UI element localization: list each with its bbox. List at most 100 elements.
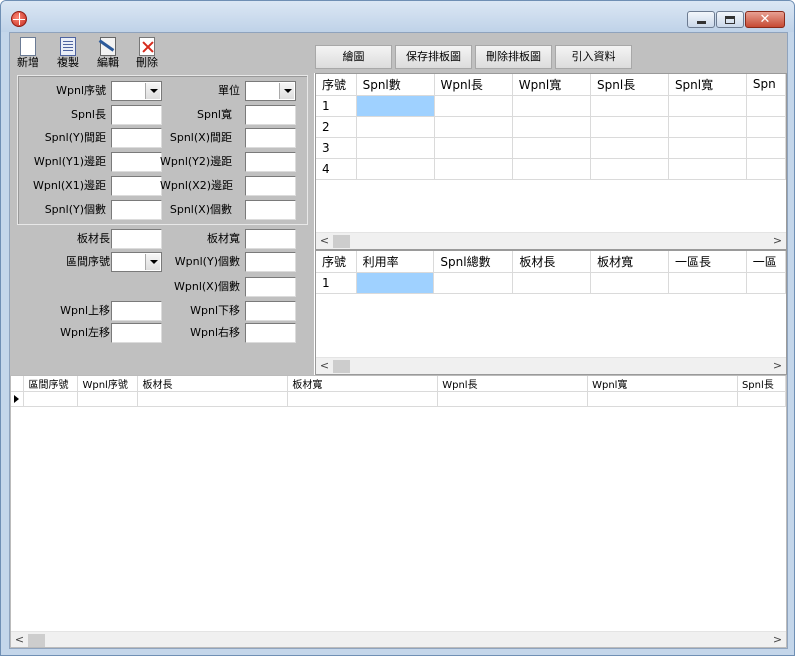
column-header[interactable]: 序號 bbox=[316, 251, 357, 273]
maximize-button[interactable] bbox=[716, 11, 744, 28]
spnl-x-gap-input[interactable] bbox=[245, 128, 296, 148]
delete-button[interactable]: 刪除 bbox=[130, 35, 164, 69]
spnl-wid-input[interactable] bbox=[245, 105, 296, 125]
row-selector[interactable] bbox=[11, 391, 25, 407]
row-number-cell[interactable]: 3 bbox=[316, 137, 357, 159]
board-wid-input[interactable] bbox=[245, 229, 296, 249]
table-cell[interactable] bbox=[356, 158, 435, 180]
column-header[interactable]: Wpnl長 bbox=[434, 74, 513, 96]
edit-button[interactable]: 編輯 bbox=[91, 35, 125, 69]
table-cell[interactable] bbox=[512, 137, 592, 159]
row-number-cell[interactable]: 4 bbox=[316, 158, 357, 180]
table-row[interactable]: 4 bbox=[316, 158, 786, 180]
table-cell[interactable] bbox=[746, 272, 786, 294]
table-row[interactable]: 1 bbox=[316, 272, 786, 294]
scroll-thumb[interactable] bbox=[333, 360, 350, 373]
table-cell[interactable] bbox=[434, 137, 513, 159]
wpnl-y-count-input[interactable] bbox=[245, 252, 296, 272]
spnl-x-count-input[interactable] bbox=[245, 200, 296, 220]
table-cell[interactable] bbox=[746, 158, 786, 180]
wpnl-left-input[interactable] bbox=[111, 323, 162, 343]
scroll-right-icon[interactable]: > bbox=[769, 359, 786, 374]
wpnl-down-input[interactable] bbox=[245, 301, 296, 321]
table-cell[interactable] bbox=[746, 95, 786, 117]
new-button[interactable]: 新增 bbox=[11, 35, 45, 69]
table-cell[interactable] bbox=[668, 116, 747, 138]
table-cell[interactable] bbox=[23, 391, 79, 407]
table-cell[interactable] bbox=[668, 272, 747, 294]
wpnl-y1-margin-input[interactable] bbox=[111, 152, 162, 172]
table-cell[interactable] bbox=[434, 158, 513, 180]
column-header[interactable]: 區間序號 bbox=[23, 376, 79, 392]
spnl-y-count-input[interactable] bbox=[111, 200, 162, 220]
utilization-grid[interactable]: 序號 利用率 Spnl總數 板材長 板材寬 一區長 一區 1 < > bbox=[315, 250, 787, 375]
column-header[interactable]: Spnl數 bbox=[356, 74, 435, 96]
table-cell[interactable] bbox=[587, 391, 738, 407]
table-cell[interactable] bbox=[746, 137, 786, 159]
draw-button[interactable]: 繪圖 bbox=[315, 45, 392, 69]
scroll-left-icon[interactable]: < bbox=[316, 359, 333, 374]
table-row[interactable]: 1 bbox=[316, 95, 786, 117]
scroll-thumb[interactable] bbox=[333, 235, 350, 248]
column-header[interactable]: 序號 bbox=[316, 74, 357, 96]
wpnl-no-select[interactable] bbox=[111, 81, 162, 101]
table-cell[interactable] bbox=[746, 116, 786, 138]
spnl-layout-grid[interactable]: 序號 Spnl數 Wpnl長 Wpnl寬 Spnl長 Spnl寬 Spn 1 2 bbox=[315, 73, 787, 250]
table-cell[interactable] bbox=[590, 137, 669, 159]
table-cell[interactable] bbox=[512, 95, 592, 117]
table-cell[interactable] bbox=[668, 137, 747, 159]
import-data-button[interactable]: 引入資料 bbox=[555, 45, 632, 69]
table-cell[interactable] bbox=[512, 116, 592, 138]
save-layout-button[interactable]: 保存排板圖 bbox=[395, 45, 472, 69]
spnl-len-input[interactable] bbox=[111, 105, 162, 125]
table-cell[interactable] bbox=[137, 391, 289, 407]
scroll-left-icon[interactable]: < bbox=[11, 633, 28, 647]
table-row[interactable]: 2 bbox=[316, 116, 786, 138]
table-cell[interactable] bbox=[668, 158, 747, 180]
wpnl-right-input[interactable] bbox=[245, 323, 296, 343]
column-header[interactable]: 板材長 bbox=[137, 376, 289, 392]
column-header[interactable]: Spn bbox=[746, 74, 786, 96]
wpnl-x-count-input[interactable] bbox=[245, 277, 296, 297]
row-number-cell[interactable]: 1 bbox=[316, 272, 357, 294]
scroll-left-icon[interactable]: < bbox=[316, 234, 333, 249]
table-row[interactable] bbox=[11, 391, 786, 407]
table-cell[interactable] bbox=[737, 391, 786, 407]
row-number-cell[interactable]: 2 bbox=[316, 116, 357, 138]
copy-button[interactable]: 複製 bbox=[51, 35, 85, 69]
selected-cell[interactable] bbox=[356, 272, 435, 294]
column-header[interactable]: 板材寬 bbox=[287, 376, 439, 392]
table-cell[interactable] bbox=[590, 116, 669, 138]
minimize-button[interactable] bbox=[687, 11, 715, 28]
table-cell[interactable] bbox=[668, 95, 747, 117]
table-cell[interactable] bbox=[512, 158, 592, 180]
selected-cell[interactable] bbox=[356, 95, 435, 117]
table-cell[interactable] bbox=[287, 391, 439, 407]
title-bar[interactable]: ✕ bbox=[1, 1, 794, 32]
column-header[interactable]: 一區長 bbox=[668, 251, 747, 273]
table-cell[interactable] bbox=[433, 272, 514, 294]
column-header[interactable]: 板材寬 bbox=[590, 251, 669, 273]
column-header[interactable]: Spnl長 bbox=[737, 376, 786, 392]
column-header[interactable]: Spnl長 bbox=[590, 74, 669, 96]
table-cell[interactable] bbox=[590, 95, 669, 117]
section-detail-grid[interactable]: 區間序號 Wpnl序號 板材長 板材寬 Wpnl長 Wpnl寬 Spnl長 < … bbox=[10, 375, 787, 648]
column-header[interactable]: Spnl寬 bbox=[668, 74, 747, 96]
horizontal-scrollbar[interactable]: < > bbox=[11, 631, 786, 647]
table-cell[interactable] bbox=[590, 158, 669, 180]
wpnl-y2-margin-input[interactable] bbox=[245, 152, 296, 172]
wpnl-up-input[interactable] bbox=[111, 301, 162, 321]
column-header[interactable]: Wpnl長 bbox=[437, 376, 589, 392]
table-cell[interactable] bbox=[356, 116, 435, 138]
column-header[interactable]: 利用率 bbox=[356, 251, 435, 273]
scroll-right-icon[interactable]: > bbox=[769, 633, 786, 647]
table-cell[interactable] bbox=[437, 391, 589, 407]
table-cell[interactable] bbox=[77, 391, 139, 407]
column-header[interactable]: 板材長 bbox=[512, 251, 592, 273]
wpnl-x2-margin-input[interactable] bbox=[245, 176, 296, 196]
scroll-thumb[interactable] bbox=[28, 634, 45, 647]
table-cell[interactable] bbox=[434, 95, 513, 117]
column-header[interactable]: Wpnl寬 bbox=[587, 376, 738, 392]
table-row[interactable]: 3 bbox=[316, 137, 786, 159]
table-cell[interactable] bbox=[356, 137, 435, 159]
